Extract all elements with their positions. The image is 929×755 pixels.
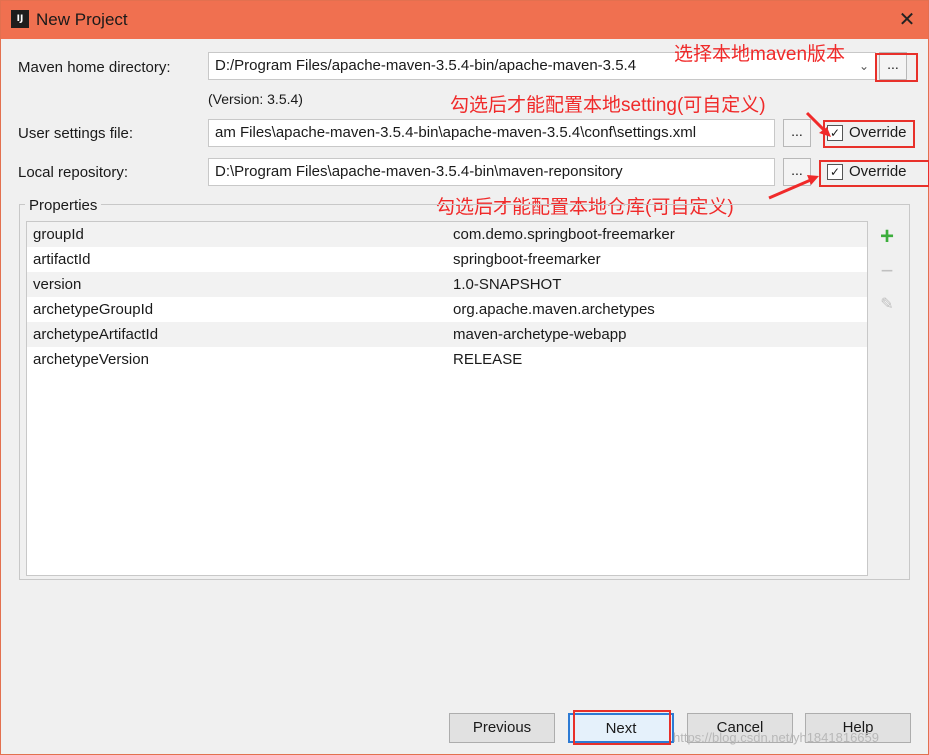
- edit-pencil-icon[interactable]: ✎: [877, 295, 897, 315]
- properties-table[interactable]: groupId com.demo.springboot-freemarker a…: [26, 221, 868, 576]
- property-key: archetypeGroupId: [33, 301, 154, 318]
- property-value: springboot-freemarker: [453, 251, 601, 268]
- properties-toolbar: + − ✎: [869, 221, 905, 576]
- previous-label: Previous: [472, 719, 532, 736]
- property-key: artifactId: [33, 251, 91, 268]
- arrow-to-repo-override: [768, 177, 814, 200]
- table-row[interactable]: version 1.0-SNAPSHOT: [27, 272, 867, 297]
- watermark: https://blog.csdn.net/yh1841816659: [673, 730, 879, 745]
- property-key: archetypeArtifactId: [33, 326, 159, 343]
- remove-icon[interactable]: −: [877, 260, 897, 282]
- table-row[interactable]: archetypeVersion RELEASE: [27, 347, 867, 372]
- property-value: maven-archetype-webapp: [453, 326, 627, 343]
- property-key: version: [33, 276, 82, 293]
- table-row[interactable]: groupId com.demo.springboot-freemarker: [27, 222, 867, 247]
- add-icon[interactable]: +: [877, 225, 897, 249]
- property-value: org.apache.maven.archetypes: [453, 301, 655, 318]
- property-value: com.demo.springboot-freemarker: [453, 226, 675, 243]
- next-label: Next: [605, 720, 637, 737]
- table-row[interactable]: archetypeArtifactId maven-archetype-weba…: [27, 322, 867, 347]
- new-project-dialog: IJ New Project ✕ Maven home directory: D…: [0, 0, 929, 755]
- properties-title: Properties: [25, 197, 102, 214]
- next-button[interactable]: Next: [568, 713, 674, 743]
- table-row[interactable]: archetypeGroupId org.apache.maven.archet…: [27, 297, 867, 322]
- property-key: archetypeVersion: [33, 351, 149, 368]
- previous-button[interactable]: Previous: [449, 713, 555, 743]
- table-row[interactable]: artifactId springboot-freemarker: [27, 247, 867, 272]
- property-key: groupId: [33, 226, 84, 243]
- property-value: RELEASE: [453, 351, 523, 368]
- property-value: 1.0-SNAPSHOT: [453, 276, 562, 293]
